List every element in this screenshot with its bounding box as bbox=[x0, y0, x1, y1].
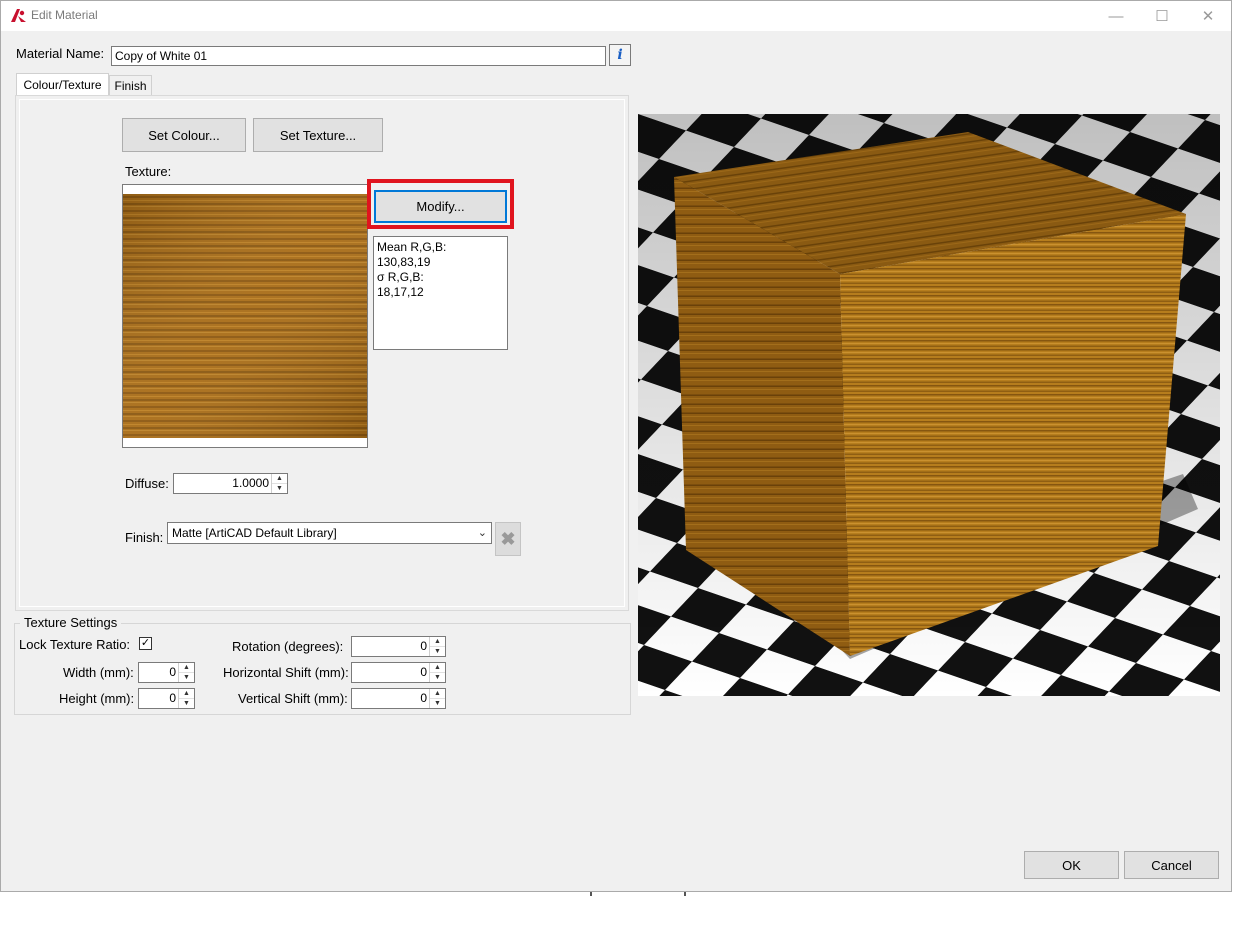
horizontal-shift-stepper[interactable]: 0 ▲ ▼ bbox=[351, 662, 446, 683]
height-label: Height (mm): bbox=[59, 691, 135, 706]
spin-up-icon[interactable]: ▲ bbox=[430, 663, 445, 673]
spin-down-icon[interactable]: ▼ bbox=[179, 699, 194, 708]
cancel-button[interactable]: Cancel bbox=[1124, 851, 1219, 879]
material-name-label: Material Name: bbox=[16, 46, 105, 61]
finish-selected-value: Matte [ArtiCAD Default Library] bbox=[172, 526, 337, 540]
vertical-shift-label: Vertical Shift (mm): bbox=[238, 691, 348, 706]
ok-button[interactable]: OK bbox=[1024, 851, 1119, 879]
texture-label: Texture: bbox=[125, 164, 172, 179]
width-label: Width (mm): bbox=[63, 665, 134, 680]
diffuse-label: Diffuse: bbox=[125, 476, 169, 491]
vertical-shift-stepper[interactable]: 0 ▲ ▼ bbox=[351, 688, 446, 709]
height-value: 0 bbox=[169, 691, 176, 705]
tab-colour-texture[interactable]: Colour/Texture bbox=[16, 73, 109, 96]
mean-rgb-value: 130,83,19 bbox=[377, 255, 431, 269]
edit-material-dialog: Edit Material — ☐ ✕ Material Name: Copy … bbox=[0, 0, 1232, 892]
close-button[interactable]: ✕ bbox=[1185, 1, 1231, 31]
width-value: 0 bbox=[169, 665, 176, 679]
articad-app-icon bbox=[11, 9, 26, 22]
texture-settings-title: Texture Settings bbox=[20, 615, 122, 630]
spin-up-icon[interactable]: ▲ bbox=[430, 689, 445, 699]
diffuse-stepper[interactable]: 1.0000 ▲ ▼ bbox=[173, 473, 288, 494]
spin-up-icon[interactable]: ▲ bbox=[430, 637, 445, 647]
material-preview-viewport[interactable] bbox=[638, 114, 1220, 696]
tab-label: Finish bbox=[114, 79, 147, 93]
sigma-rgb-label: σ R,G,B: bbox=[377, 270, 424, 284]
title-bar: Edit Material — ☐ ✕ bbox=[1, 1, 1231, 31]
horizontal-shift-label: Horizontal Shift (mm): bbox=[223, 665, 349, 680]
spin-down-icon[interactable]: ▼ bbox=[179, 673, 194, 682]
info-icon: i bbox=[617, 47, 623, 63]
rotation-value: 0 bbox=[420, 639, 427, 653]
minimize-button[interactable]: — bbox=[1093, 1, 1139, 31]
rotation-label: Rotation (degrees): bbox=[232, 639, 344, 654]
info-button[interactable]: i bbox=[609, 44, 631, 66]
preview-render bbox=[638, 114, 1220, 696]
lock-texture-ratio-checkbox[interactable]: ✓ bbox=[139, 637, 152, 650]
modify-highlight-box bbox=[367, 179, 514, 229]
texture-preview bbox=[122, 184, 368, 448]
spin-down-icon[interactable]: ▼ bbox=[430, 647, 445, 656]
tab-finish[interactable]: Finish bbox=[109, 75, 152, 96]
material-name-input[interactable]: Copy of White 01 bbox=[111, 46, 606, 66]
spin-down-icon[interactable]: ▼ bbox=[272, 484, 287, 493]
set-texture-button[interactable]: Set Texture... bbox=[253, 118, 383, 152]
width-stepper[interactable]: 0 ▲ ▼ bbox=[138, 662, 195, 683]
spin-up-icon[interactable]: ▲ bbox=[179, 663, 194, 673]
horizontal-shift-value: 0 bbox=[420, 665, 427, 679]
height-stepper[interactable]: 0 ▲ ▼ bbox=[138, 688, 195, 709]
finish-label: Finish: bbox=[125, 530, 164, 545]
vertical-shift-value: 0 bbox=[420, 691, 427, 705]
window-title: Edit Material bbox=[31, 8, 98, 22]
minimize-icon: — bbox=[1108, 7, 1124, 25]
lock-texture-ratio-label: Lock Texture Ratio: bbox=[19, 637, 131, 652]
mean-rgb-label: Mean R,G,B: bbox=[377, 240, 447, 254]
finish-dropdown[interactable]: Matte [ArtiCAD Default Library] ⌄ bbox=[167, 522, 492, 544]
maximize-button[interactable]: ☐ bbox=[1139, 1, 1185, 31]
chevron-down-icon: ⌄ bbox=[477, 527, 487, 539]
sigma-rgb-value: 18,17,12 bbox=[377, 285, 424, 299]
close-icon: ✕ bbox=[1201, 8, 1215, 25]
spin-up-icon[interactable]: ▲ bbox=[272, 474, 287, 484]
remove-finish-button[interactable]: ✖ bbox=[495, 522, 521, 556]
check-icon: ✓ bbox=[140, 637, 151, 649]
maximize-icon: ☐ bbox=[1155, 8, 1169, 25]
background-area bbox=[0, 892, 1234, 927]
diffuse-value: 1.0000 bbox=[232, 476, 269, 490]
texture-stats-box: Mean R,G,B: 130,83,19 σ R,G,B: 18,17,12 bbox=[373, 236, 508, 350]
wood-texture-image bbox=[123, 194, 367, 438]
tab-label: Colour/Texture bbox=[23, 78, 102, 92]
spin-down-icon[interactable]: ▼ bbox=[430, 699, 445, 708]
spin-down-icon[interactable]: ▼ bbox=[430, 673, 445, 682]
spin-up-icon[interactable]: ▲ bbox=[179, 689, 194, 699]
rotation-stepper[interactable]: 0 ▲ ▼ bbox=[351, 636, 446, 657]
delete-x-icon: ✖ bbox=[500, 528, 516, 549]
set-colour-button[interactable]: Set Colour... bbox=[122, 118, 246, 152]
